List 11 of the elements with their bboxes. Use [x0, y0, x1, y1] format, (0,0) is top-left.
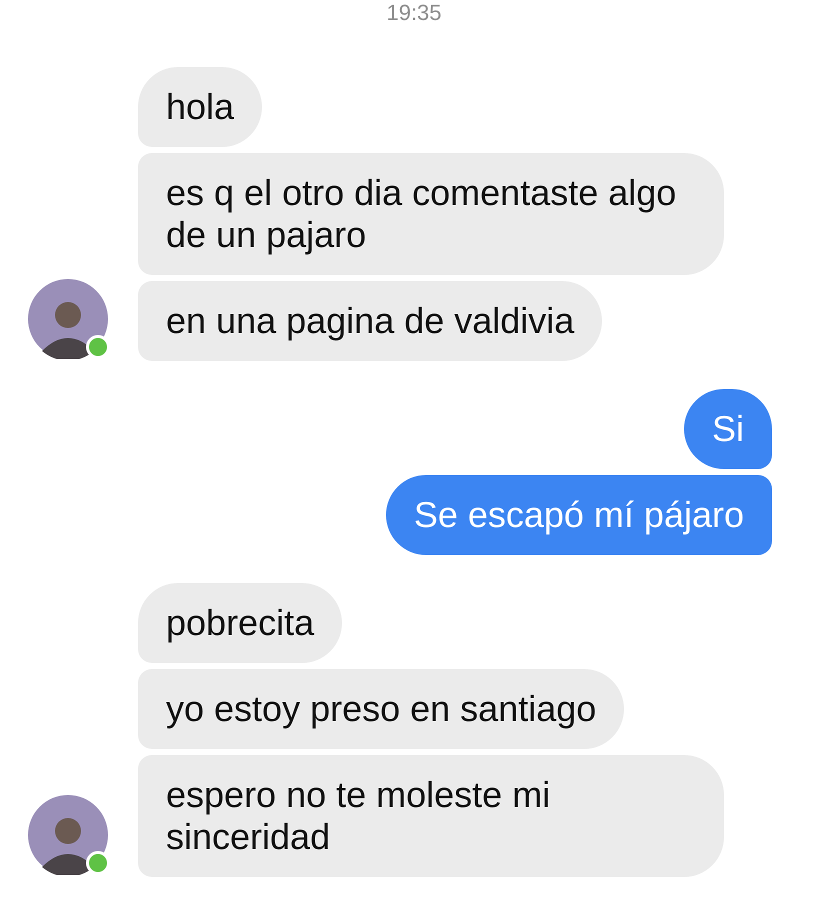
message-bubble: yo estoy preso en santiago	[138, 669, 624, 749]
avatar[interactable]	[28, 279, 108, 359]
message-bubble: Se escapó mí pájaro	[386, 475, 772, 555]
message-bubble: espero no te moleste mi sinceridad	[138, 755, 724, 877]
message-bubble: Si	[684, 389, 772, 469]
message-bubble: en una pagina de valdivia	[138, 281, 602, 361]
message-bubble: pobrecita	[138, 583, 342, 663]
message-bubble: hola	[138, 67, 262, 147]
avatar[interactable]	[28, 795, 108, 875]
timestamp: 19:35	[385, 0, 443, 26]
message-bubble: es q el otro dia comentaste algo de un pajaro	[138, 153, 724, 275]
